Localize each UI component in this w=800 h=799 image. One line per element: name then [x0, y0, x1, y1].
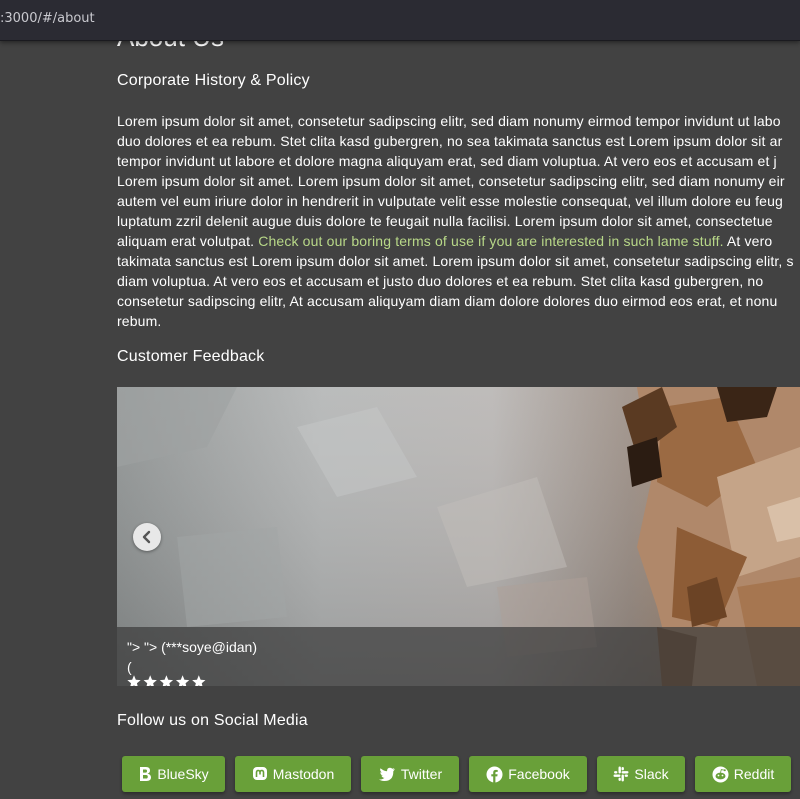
history-heading: Corporate History & Policy	[117, 72, 310, 89]
paragraph-line: autem vel eum iriure dolor in hendrerit …	[117, 193, 783, 209]
reddit-label: Reddit	[733, 766, 775, 782]
url-text[interactable]: :3000/#/about	[0, 11, 95, 26]
previous-slide-button[interactable]	[133, 523, 161, 551]
reddit-icon	[712, 766, 729, 782]
feedback-heading: Customer Feedback	[117, 348, 265, 365]
reddit-button[interactable]: Reddit	[695, 756, 791, 792]
mastodon-button[interactable]: Mastodon	[235, 756, 351, 792]
slack-icon	[613, 766, 629, 782]
paragraph-line: luptatum zzril delenit augue duis dolore…	[117, 213, 773, 229]
facebook-icon	[486, 766, 503, 783]
social-heading: Follow us on Social Media	[117, 712, 308, 729]
star-icon	[175, 675, 190, 686]
star-icon	[143, 675, 157, 686]
feedback-carousel[interactable]: "> "> (***soye@idan) ()	[117, 387, 800, 686]
paragraph-line: Lorem ipsum dolor sit amet. Lorem ipsum …	[117, 173, 785, 189]
history-paragraph: Lorem ipsum dolor sit amet, consetetur s…	[117, 111, 800, 331]
slack-label: Slack	[634, 766, 669, 782]
mastodon-label: Mastodon	[272, 766, 335, 782]
bluesky-label: BlueSky	[157, 766, 209, 782]
feedback-rating: ()	[127, 659, 209, 686]
star-icon	[192, 675, 206, 686]
facebook-button[interactable]: Facebook	[469, 756, 587, 792]
feedback-caption: "> "> (***soye@idan) ()	[117, 627, 800, 686]
chevron-left-icon	[142, 530, 151, 544]
paragraph-text: aliquam erat volutpat.	[117, 233, 259, 249]
paragraph-line: Lorem ipsum dolor sit amet, consetetur s…	[117, 113, 781, 129]
browser-address-bar[interactable]: :3000/#/about	[0, 0, 800, 41]
bluesky-button[interactable]: BlueSky	[122, 756, 225, 792]
paragraph-line: diam voluptua. At vero eos et accusam et…	[117, 273, 764, 289]
bluesky-icon	[140, 767, 152, 781]
star-icon	[127, 675, 141, 686]
rating-open: (	[127, 659, 132, 675]
facebook-label: Facebook	[508, 766, 570, 782]
paragraph-line: aliquam erat volutpat. Check out our bor…	[117, 231, 800, 251]
star-icon	[159, 675, 174, 686]
feedback-author: "> "> (***soye@idan)	[127, 639, 257, 655]
rating-stars-icon	[127, 675, 206, 686]
paragraph-line: takimata sanctus est Lorem ipsum dolor s…	[117, 253, 794, 269]
social-buttons: BlueSky Mastodon Twitter Facebook Slack …	[0, 756, 800, 792]
twitter-button[interactable]: Twitter	[361, 756, 459, 792]
paragraph-line: tempor invidunt ut labore et dolore magn…	[117, 153, 777, 169]
slack-button[interactable]: Slack	[597, 756, 685, 792]
paragraph-line: duo dolores et ea rebum. Stet clita kasd…	[117, 133, 783, 149]
paragraph-line: rebum.	[117, 313, 162, 329]
paragraph-text: At vero	[723, 233, 773, 249]
paragraph-line: consetetur sadipscing elitr, At accusam …	[117, 293, 778, 309]
twitter-icon	[378, 767, 395, 781]
mastodon-icon	[252, 767, 267, 780]
terms-of-use-link[interactable]: Check out our boring terms of use if you…	[258, 233, 723, 249]
twitter-label: Twitter	[400, 766, 443, 782]
